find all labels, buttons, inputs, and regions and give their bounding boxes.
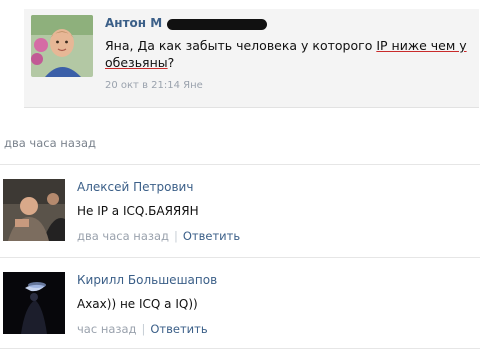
quoted-text-end: ? [167, 55, 175, 70]
divider [0, 257, 480, 258]
comment-avatar-kirill[interactable] [3, 272, 65, 334]
comment-text: Axax)) не ICQ а IQ)) [77, 297, 198, 311]
reply-link[interactable]: Ответить [150, 322, 207, 336]
comment-meta: два часа назад | Ответить [77, 229, 240, 243]
quoted-author-name[interactable]: Антон М [105, 16, 162, 30]
quoted-post: Антон М Яна, Да как забыть человека у ко… [24, 9, 479, 108]
comment-author-kirill[interactable]: Кирилл Большешапов [77, 273, 217, 287]
quoted-text-start: Яна, Да как забыть человека у которого [105, 38, 377, 53]
quoted-text: Яна, Да как забыть человека у которого I… [105, 37, 477, 71]
meta-separator: | [173, 229, 178, 243]
meta-separator: | [141, 322, 146, 336]
comment-time[interactable]: два часа назад [77, 229, 169, 243]
redaction-mark [167, 19, 267, 30]
reply-link[interactable]: Ответить [183, 229, 240, 243]
comment-avatar-alexey[interactable] [3, 179, 65, 241]
quoted-post-meta[interactable]: 20 окт в 21:14 Яне [105, 80, 203, 91]
divider [0, 164, 480, 165]
divider [0, 348, 480, 349]
comment-meta: час назад | Ответить [77, 322, 208, 336]
quoted-author-avatar[interactable] [31, 15, 93, 77]
comment-author-alexey[interactable]: Алексей Петрович [77, 180, 193, 194]
comment-time[interactable]: час назад [77, 322, 137, 336]
comment-text: Не IP а ICQ.БАЯЯЯН [77, 204, 199, 218]
time-since-label: два часа назад [4, 136, 96, 150]
